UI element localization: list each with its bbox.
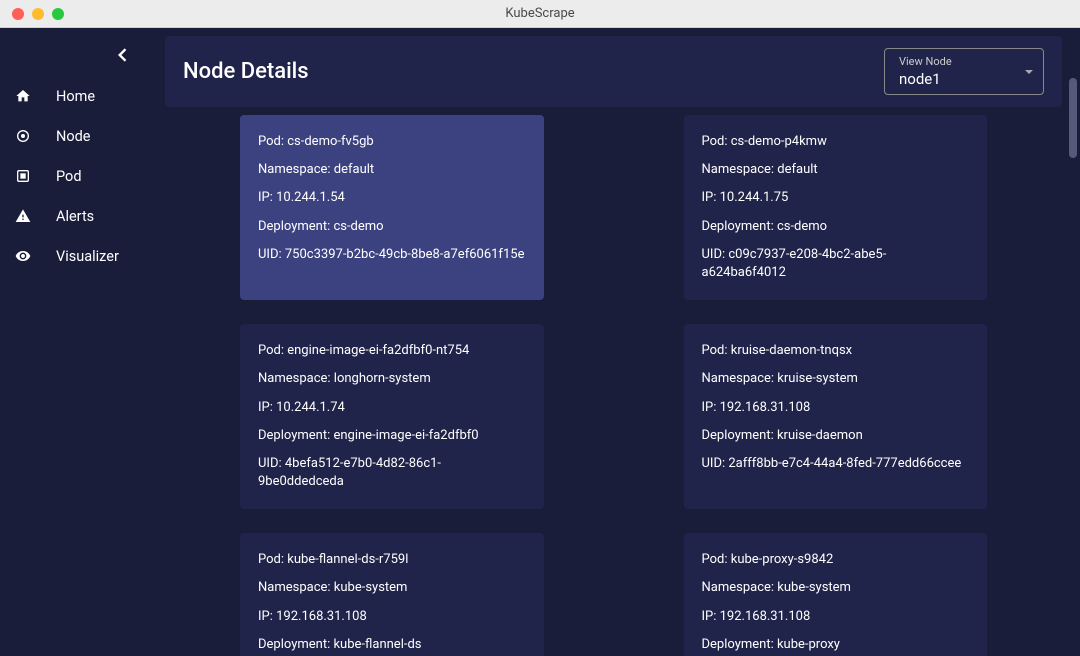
pod-ip-field: IP: 192.168.31.108 xyxy=(702,399,970,417)
sidebar-item-label: Visualizer xyxy=(56,248,119,265)
pod-deployment-field: Deployment: kruise-daemon xyxy=(702,427,970,445)
pod-deployment-field: Deployment: engine-image-ei-fa2dfbf0 xyxy=(258,427,526,445)
pod-namespace-field: Namespace: kube-system xyxy=(702,579,970,597)
select-value: node1 xyxy=(899,70,1011,88)
pod-pod-field: Pod: engine-image-ei-fa2dfbf0-nt754 xyxy=(258,342,526,360)
eye-icon xyxy=(14,247,32,265)
pod-card[interactable]: Pod: cs-demo-p4kmw Namespace: default IP: … xyxy=(684,115,988,300)
maximize-window-button[interactable] xyxy=(52,8,64,20)
pod-deployment-field: Deployment: cs-demo xyxy=(258,218,526,236)
sidebar-item-visualizer[interactable]: Visualizer xyxy=(0,236,155,276)
pod-card[interactable]: Pod: kube-flannel-ds-r759l Namespace: kub… xyxy=(240,533,544,656)
pod-ip-field: IP: 192.168.31.108 xyxy=(258,608,526,626)
pod-ip-field: IP: 10.244.1.75 xyxy=(702,189,970,207)
sidebar-item-home[interactable]: Home xyxy=(0,76,155,116)
pod-uid-field: UID: 2afff8bb-e7c4-44a4-8fed-777edd66cce… xyxy=(702,455,970,473)
collapse-sidebar-button[interactable] xyxy=(117,47,127,66)
pod-card[interactable]: Pod: engine-image-ei-fa2dfbf0-nt754 Names… xyxy=(240,324,544,509)
pod-uid-field: UID: 750c3397-b2bc-49cb-8be8-a7ef6061f15… xyxy=(258,246,526,264)
page-header: Node Details View Node node1 xyxy=(165,36,1062,107)
pods-container: Pod: cs-demo-fv5gb Namespace: default IP: … xyxy=(155,115,1072,656)
chevron-left-icon xyxy=(117,48,127,62)
close-window-button[interactable] xyxy=(12,8,24,20)
pod-ip-field: IP: 192.168.31.108 xyxy=(702,608,970,626)
pod-ip-field: IP: 10.244.1.74 xyxy=(258,399,526,417)
pod-pod-field: Pod: cs-demo-fv5gb xyxy=(258,133,526,151)
home-icon xyxy=(14,87,32,105)
pod-pod-field: Pod: kruise-daemon-tnqsx xyxy=(702,342,970,360)
dropdown-arrow-icon xyxy=(1025,70,1033,74)
sidebar-item-label: Home xyxy=(56,88,95,105)
pod-namespace-field: Namespace: default xyxy=(258,161,526,179)
pod-card[interactable]: Pod: cs-demo-fv5gb Namespace: default IP: … xyxy=(240,115,544,300)
alert-icon xyxy=(14,207,32,225)
pod-uid-field: UID: 4befa512-e7b0-4d82-86c1-9be0ddedced… xyxy=(258,455,526,491)
pod-pod-field: Pod: kube-proxy-s9842 xyxy=(702,551,970,569)
pod-deployment-field: Deployment: cs-demo xyxy=(702,218,970,236)
pod-ip-field: IP: 10.244.1.54 xyxy=(258,189,526,207)
pod-card[interactable]: Pod: kube-proxy-s9842 Namespace: kube-sys… xyxy=(684,533,988,656)
pod-icon xyxy=(14,167,32,185)
pod-deployment-field: Deployment: kube-flannel-ds xyxy=(258,636,526,654)
pod-pod-field: Pod: cs-demo-p4kmw xyxy=(702,133,970,151)
view-node-select[interactable]: View Node node1 xyxy=(884,48,1044,95)
app-title: KubeScrape xyxy=(505,6,574,21)
scrollbar[interactable] xyxy=(1066,28,1080,656)
pod-pod-field: Pod: kube-flannel-ds-r759l xyxy=(258,551,526,569)
node-icon xyxy=(14,127,32,145)
titlebar: KubeScrape xyxy=(0,0,1080,28)
pod-namespace-field: Namespace: longhorn-system xyxy=(258,370,526,388)
sidebar: Home Node Pod Alerts xyxy=(0,28,155,656)
sidebar-item-label: Node xyxy=(56,128,90,145)
pod-uid-field: UID: c09c7937-e208-4bc2-abe5-a624ba6f401… xyxy=(702,246,970,282)
pod-card[interactable]: Pod: kruise-daemon-tnqsx Namespace: kruis… xyxy=(684,324,988,509)
pod-namespace-field: Namespace: kruise-system xyxy=(702,370,970,388)
select-label: View Node xyxy=(899,55,1011,68)
page-title: Node Details xyxy=(183,59,309,84)
pod-deployment-field: Deployment: kube-proxy xyxy=(702,636,970,654)
sidebar-item-pod[interactable]: Pod xyxy=(0,156,155,196)
sidebar-item-node[interactable]: Node xyxy=(0,116,155,156)
scrollbar-thumb[interactable] xyxy=(1069,78,1077,158)
sidebar-item-label: Alerts xyxy=(56,208,94,225)
sidebar-item-label: Pod xyxy=(56,168,82,185)
pod-namespace-field: Namespace: kube-system xyxy=(258,579,526,597)
sidebar-item-alerts[interactable]: Alerts xyxy=(0,196,155,236)
minimize-window-button[interactable] xyxy=(32,8,44,20)
pod-namespace-field: Namespace: default xyxy=(702,161,970,179)
